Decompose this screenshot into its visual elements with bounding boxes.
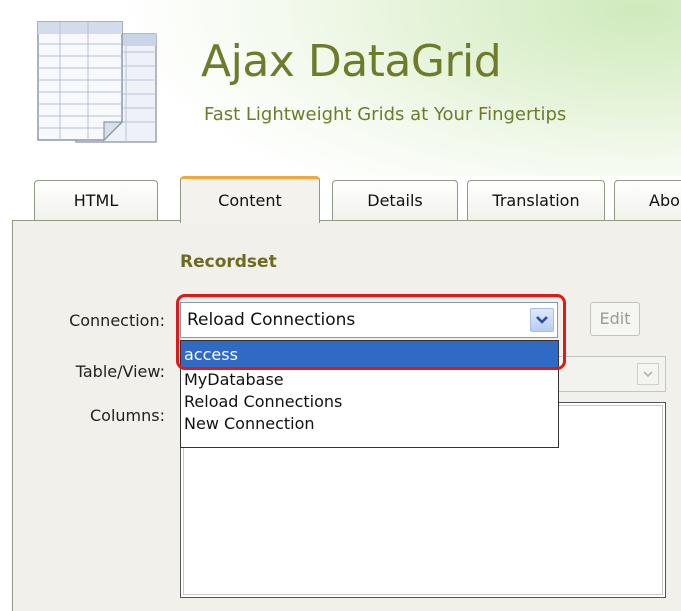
columns-label: Columns: xyxy=(90,406,165,425)
header-banner: Ajax DataGrid Fast Lightweight Grids at … xyxy=(0,0,681,176)
dropdown-option-access[interactable]: access xyxy=(181,341,558,369)
edit-button[interactable]: Edit xyxy=(590,302,640,336)
tab-details[interactable]: Details xyxy=(332,180,458,220)
connection-select-value: Reload Connections xyxy=(187,310,356,330)
chevron-down-icon[interactable] xyxy=(637,363,659,385)
app-title: Ajax DataGrid xyxy=(201,36,502,87)
spreadsheet-documents-icon xyxy=(37,21,157,143)
app-subtitle: Fast Lightweight Grids at Your Fingertip… xyxy=(204,104,567,125)
dropdown-option-mydatabase[interactable]: MyDatabase xyxy=(181,369,558,391)
tab-html[interactable]: HTML xyxy=(34,180,158,220)
dropdown-option-new-connection[interactable]: New Connection xyxy=(181,413,558,435)
dropdown-option-reload-connections[interactable]: Reload Connections xyxy=(181,391,558,413)
tab-content[interactable]: Content xyxy=(180,176,320,223)
tab-about[interactable]: Abo xyxy=(614,180,681,220)
tab-bar: HTML Content Details Translation Abo xyxy=(0,176,681,223)
tab-translation[interactable]: Translation xyxy=(467,180,605,220)
connection-dropdown-list[interactable]: access MyDatabase Reload Connections New… xyxy=(180,340,559,448)
connection-label: Connection: xyxy=(69,311,165,330)
table-view-label: Table/View: xyxy=(75,362,165,381)
connection-select[interactable]: Reload Connections xyxy=(180,302,558,338)
chevron-down-icon[interactable] xyxy=(530,308,554,332)
section-title-recordset: Recordset xyxy=(180,252,277,272)
